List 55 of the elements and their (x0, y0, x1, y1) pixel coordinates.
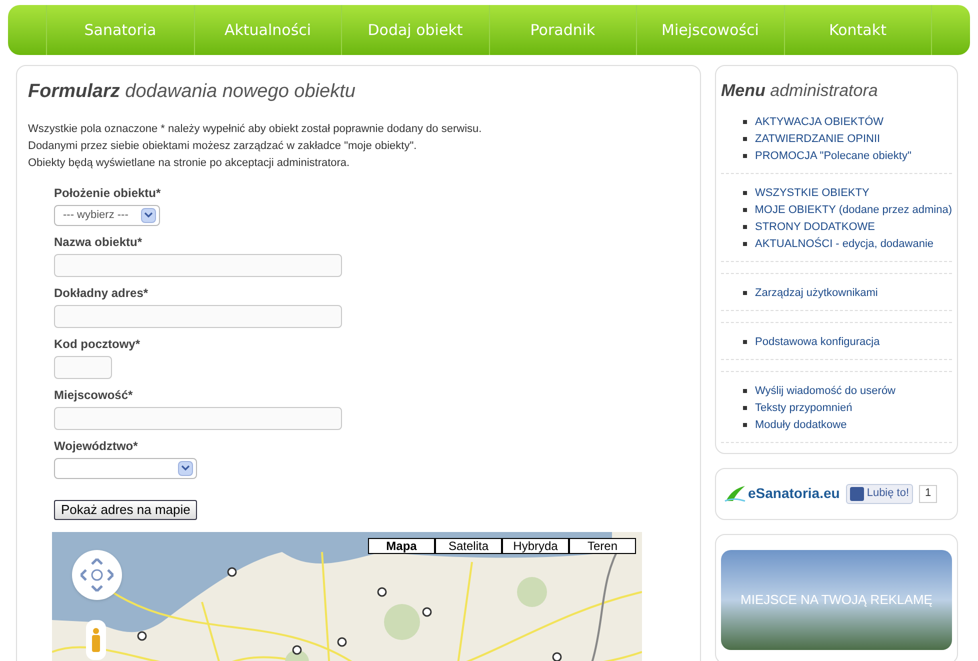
admin-menu-link[interactable]: ZATWIERDZANIE OPINII (755, 130, 880, 148)
form-title: Formularz dodawania nowego obiektu (28, 80, 356, 104)
admin-menu-link[interactable]: Wyślij wiadomość do userów (755, 382, 896, 400)
field-label: Położenie obiektu* (54, 184, 162, 202)
dropdown-arrow-icon (141, 208, 156, 222)
bullet-icon (743, 242, 747, 246)
map-type-button[interactable]: Teren (569, 538, 636, 554)
admin-menu-title: Menu administratora (721, 80, 879, 102)
select-field[interactable]: --- wybierz --- (54, 204, 160, 226)
person-icon[interactable] (86, 620, 106, 660)
bullet-icon (743, 389, 747, 393)
bullet-icon (743, 208, 747, 212)
logo-text: eSanatoria.eu (748, 484, 840, 503)
admin-menu-link[interactable]: MOJE OBIEKTY (dodane przez admina) (754, 202, 952, 218)
show-address-button[interactable]: Pokaż adres na mapie (54, 500, 198, 520)
like-button[interactable]: Lubię to! (846, 484, 914, 504)
admin-menu-link[interactable]: AKTUALNOŚCI - edycja, dodawanie (755, 236, 934, 252)
bullet-icon (743, 120, 747, 124)
map[interactable]: Mapa Satelita Hybryda Teren (52, 532, 642, 661)
input-field[interactable] (54, 406, 342, 430)
like-count: 1 (919, 484, 938, 502)
input-field[interactable] (54, 254, 342, 276)
field-label: Województwo* (54, 438, 139, 454)
admin-menu-link[interactable]: Teksty przypomnień (755, 400, 852, 416)
bullet-icon (743, 423, 747, 427)
admin-menu-link[interactable]: AKTYWACJA OBIEKTÓW (755, 114, 884, 130)
bullet-icon (743, 291, 747, 295)
map-type-button[interactable]: Satelita (435, 538, 502, 554)
field-label: Kod pocztowy* (54, 336, 141, 352)
admin-menu-link[interactable]: PROMOCJA "Polecane obiekty" (755, 148, 912, 164)
dropdown-arrow-icon (178, 460, 193, 476)
intro-text: Wszystkie pola oznaczone * należy wypełnić aby obiekt został poprawnie dodany do serwisu. (28, 122, 483, 136)
admin-menu-link[interactable]: Zarządzaj użytkownikami (755, 284, 878, 302)
input-field[interactable] (54, 356, 112, 378)
admin-menu-link[interactable]: WSZYSTKIE OBIEKTY (755, 184, 870, 202)
ad-text: MIEJSCE NA TWOJĄ REKLAMĘ (740, 590, 932, 609)
bullet-icon (743, 406, 747, 410)
map-type-button[interactable]: Mapa (368, 538, 435, 554)
intro-text: Obiekty będą wyświetlane na stronie po akceptacji administratora. (28, 156, 351, 170)
admin-menu-link[interactable]: STRONY DODATKOWE (755, 218, 875, 236)
logo-swoosh-icon (724, 484, 746, 502)
bullet-icon (743, 191, 747, 195)
bullet-icon (743, 340, 747, 344)
admin-menu-link[interactable]: Podstawowa konfiguracja (755, 334, 880, 350)
input-field[interactable] (54, 304, 342, 328)
bullet-icon (743, 154, 747, 158)
bullet-icon (743, 225, 747, 229)
bullet-icon (743, 137, 747, 141)
admin-menu-link[interactable]: Moduły dodatkowe (755, 416, 847, 434)
field-label: Miejscowość* (54, 386, 134, 404)
intro-text: Dodanymi przez siebie obiektami możesz zarządzać w zakładce "moje obiekty". (28, 138, 418, 154)
field-label: Nazwa obiektu* (54, 234, 144, 250)
map-type-button[interactable]: Hybryda (502, 538, 569, 554)
select-field[interactable] (54, 458, 197, 478)
field-label: Dokładny adres* (54, 284, 150, 302)
